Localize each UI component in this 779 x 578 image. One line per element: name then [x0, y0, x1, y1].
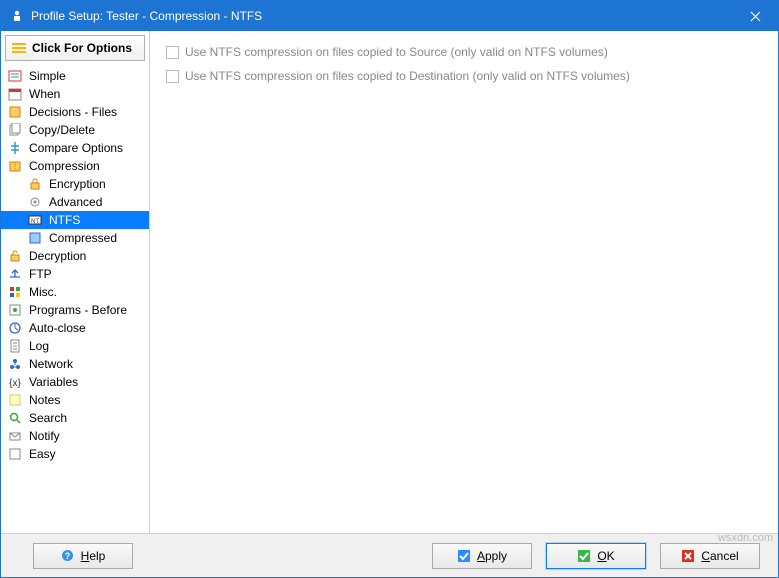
- easy-icon: [7, 446, 23, 462]
- search-icon: [7, 410, 23, 426]
- sidebar-item-label: Simple: [29, 69, 66, 83]
- advanced-icon: [27, 194, 43, 210]
- bottom-bar: ? Help Apply OK Cancel: [1, 533, 778, 577]
- help-icon: ?: [61, 549, 75, 563]
- ok-button[interactable]: OK: [546, 543, 646, 569]
- nav-list: Simple When Decisions - Files Copy/Delete Co…: [1, 65, 149, 533]
- sidebar-item-ftp[interactable]: FTP: [1, 265, 149, 283]
- apply-icon: [457, 549, 471, 563]
- svg-text:NT: NT: [31, 219, 39, 225]
- sidebar-item-when[interactable]: When: [1, 85, 149, 103]
- apply-label: Apply: [477, 549, 507, 563]
- sidebar-item-label: Search: [29, 411, 67, 425]
- sidebar-item-label: Network: [29, 357, 73, 371]
- sidebar-item-easy[interactable]: Easy: [1, 445, 149, 463]
- checklist-icon: [7, 68, 23, 84]
- sidebar-item-label: Auto-close: [29, 321, 86, 335]
- sidebar-item-label: NTFS: [49, 213, 80, 227]
- sidebar-item-label: Compare Options: [29, 141, 123, 155]
- ok-label: OK: [597, 549, 614, 563]
- sidebar-item-compare-options[interactable]: Compare Options: [1, 139, 149, 157]
- svg-text:?: ?: [65, 551, 71, 561]
- ftp-icon: [7, 266, 23, 282]
- sidebar-item-encryption[interactable]: Encryption: [1, 175, 149, 193]
- sidebar-item-notes[interactable]: Notes: [1, 391, 149, 409]
- decrypt-icon: [7, 248, 23, 264]
- sidebar-item-label: Copy/Delete: [29, 123, 95, 137]
- sidebar-item-label: Notify: [29, 429, 60, 443]
- sidebar-item-label: Compression: [29, 159, 100, 173]
- main-area: Click For Options Simple When Decisions - …: [1, 31, 778, 533]
- sidebar-item-label: FTP: [29, 267, 52, 281]
- checkbox-destination-row[interactable]: Use NTFS compression on files copied to …: [166, 69, 762, 83]
- sidebar-item-variables[interactable]: {x} Variables: [1, 373, 149, 391]
- apply-button[interactable]: Apply: [432, 543, 532, 569]
- sidebar-item-decryption[interactable]: Decryption: [1, 247, 149, 265]
- sidebar-item-misc-[interactable]: Misc.: [1, 283, 149, 301]
- ok-icon: [577, 549, 591, 563]
- sidebar-item-label: Advanced: [49, 195, 102, 209]
- sidebar-item-label: Encryption: [49, 177, 106, 191]
- notify-icon: [7, 428, 23, 444]
- sidebar-item-network[interactable]: Network: [1, 355, 149, 373]
- content-pane: Use NTFS compression on files copied to …: [150, 31, 778, 533]
- svg-text:{x}: {x}: [9, 378, 21, 389]
- help-label: Help: [81, 549, 106, 563]
- cancel-icon: [681, 549, 695, 563]
- ntfs-icon: NT: [27, 212, 43, 228]
- sidebar-item-simple[interactable]: Simple: [1, 67, 149, 85]
- sidebar-item-ntfs[interactable]: NT NTFS: [1, 211, 149, 229]
- close-button[interactable]: [733, 1, 778, 31]
- variables-icon: {x}: [7, 374, 23, 390]
- sidebar-item-label: Notes: [29, 393, 60, 407]
- app-icon: [9, 8, 25, 24]
- calendar-icon: [7, 86, 23, 102]
- sidebar-item-label: When: [29, 87, 60, 101]
- sidebar: Click For Options Simple When Decisions - …: [1, 31, 150, 533]
- log-icon: [7, 338, 23, 354]
- checkbox-destination-label: Use NTFS compression on files copied to …: [185, 69, 630, 83]
- sidebar-item-search[interactable]: Search: [1, 409, 149, 427]
- sidebar-item-notify[interactable]: Notify: [1, 427, 149, 445]
- sidebar-item-label: Programs - Before: [29, 303, 127, 317]
- options-label: Click For Options: [32, 41, 132, 55]
- cancel-label: Cancel: [701, 549, 738, 563]
- titlebar: Profile Setup: Tester - Compression - NT…: [1, 1, 778, 31]
- compressed-icon: [27, 230, 43, 246]
- sidebar-item-copy-delete[interactable]: Copy/Delete: [1, 121, 149, 139]
- sidebar-item-label: Variables: [29, 375, 78, 389]
- compress-icon: [7, 158, 23, 174]
- misc-icon: [7, 284, 23, 300]
- programs-icon: [7, 302, 23, 318]
- sidebar-item-decisions-files[interactable]: Decisions - Files: [1, 103, 149, 121]
- notes-icon: [7, 392, 23, 408]
- checkbox-icon[interactable]: [166, 70, 179, 83]
- decision-icon: [7, 104, 23, 120]
- sidebar-item-label: Misc.: [29, 285, 57, 299]
- sidebar-item-compressed[interactable]: Compressed: [1, 229, 149, 247]
- autoclose-icon: [7, 320, 23, 336]
- sidebar-item-advanced[interactable]: Advanced: [1, 193, 149, 211]
- encrypt-icon: [27, 176, 43, 192]
- sidebar-item-label: Easy: [29, 447, 56, 461]
- sidebar-item-log[interactable]: Log: [1, 337, 149, 355]
- cancel-button[interactable]: Cancel: [660, 543, 760, 569]
- network-icon: [7, 356, 23, 372]
- click-for-options-button[interactable]: Click For Options: [5, 35, 145, 61]
- menu-icon: [12, 43, 26, 53]
- sidebar-item-label: Decisions - Files: [29, 105, 117, 119]
- sidebar-item-programs-before[interactable]: Programs - Before: [1, 301, 149, 319]
- compare-icon: [7, 140, 23, 156]
- copy-icon: [7, 122, 23, 138]
- help-button[interactable]: ? Help: [33, 543, 133, 569]
- sidebar-item-label: Compressed: [49, 231, 117, 245]
- checkbox-source-label: Use NTFS compression on files copied to …: [185, 45, 608, 59]
- window-title: Profile Setup: Tester - Compression - NT…: [31, 9, 733, 23]
- sidebar-item-label: Log: [29, 339, 49, 353]
- sidebar-item-label: Decryption: [29, 249, 86, 263]
- checkbox-icon[interactable]: [166, 46, 179, 59]
- sidebar-item-auto-close[interactable]: Auto-close: [1, 319, 149, 337]
- checkbox-source-row[interactable]: Use NTFS compression on files copied to …: [166, 45, 762, 59]
- sidebar-item-compression[interactable]: Compression: [1, 157, 149, 175]
